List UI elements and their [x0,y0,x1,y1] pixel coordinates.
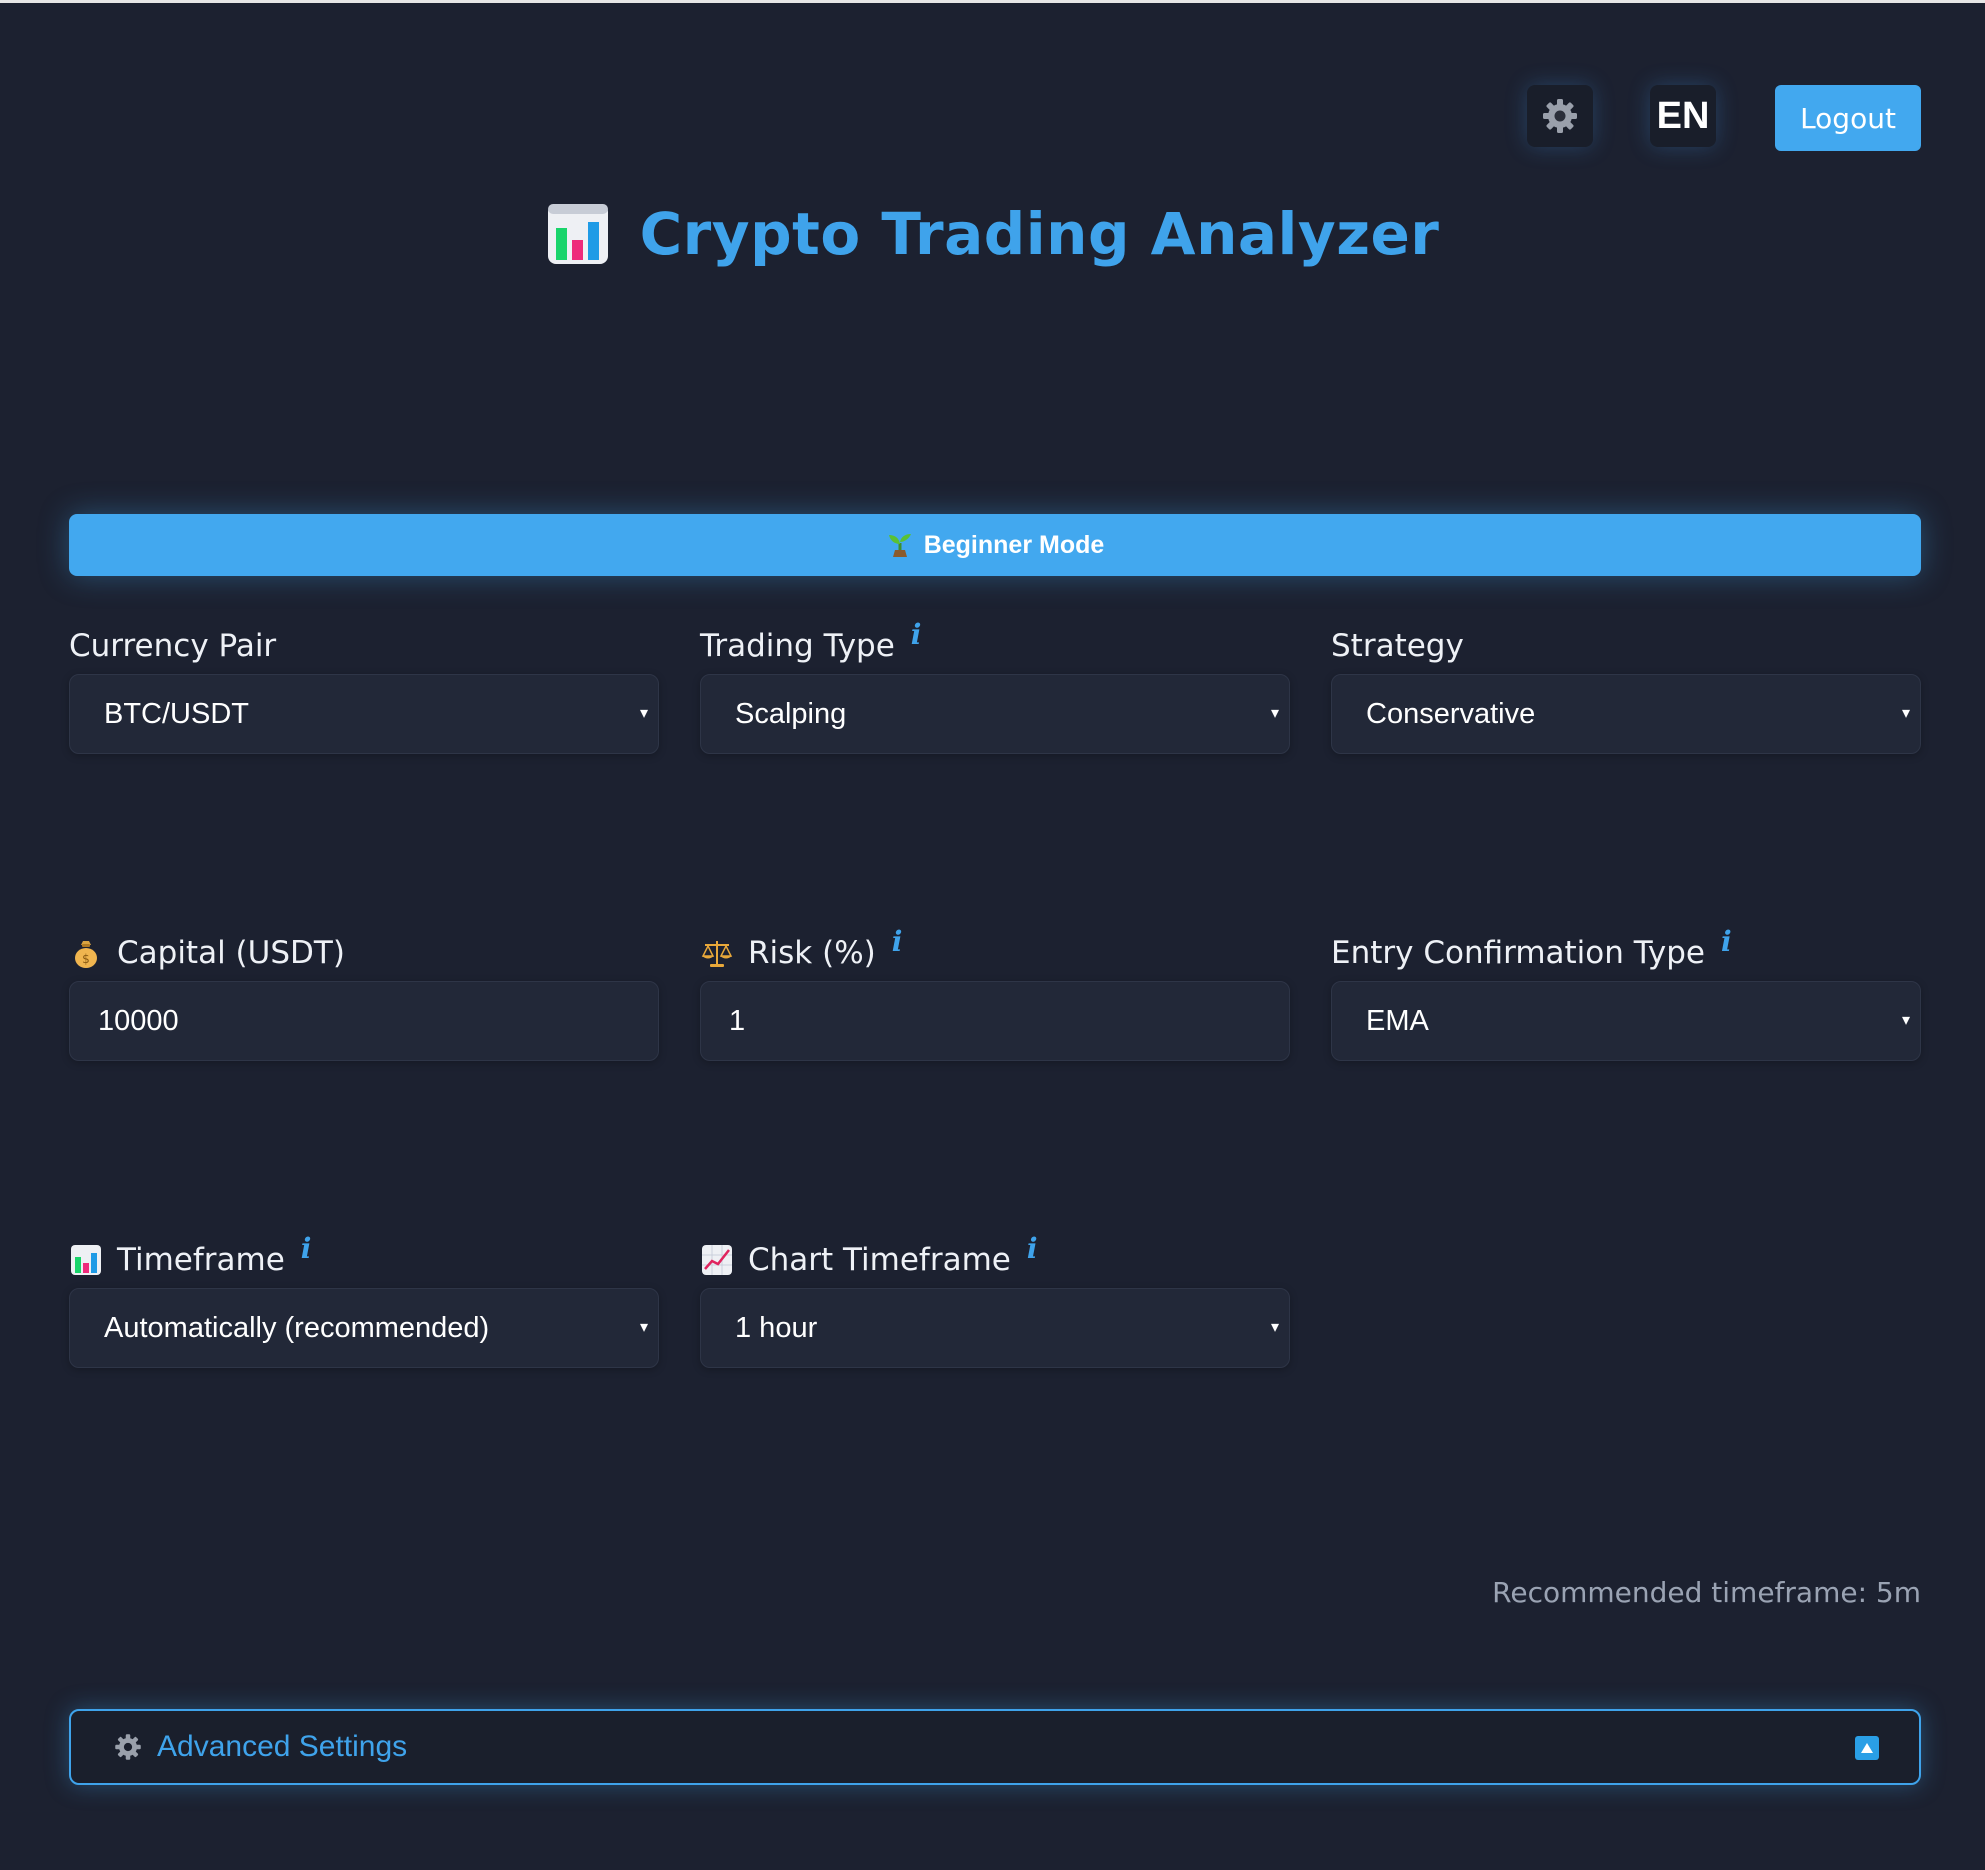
timeframe-select[interactable]: Automatically (recommended) ▾ [69,1288,659,1368]
page-header: Crypto Trading Analyzer [0,200,1985,268]
entry-confirmation-label: Entry Confirmation Type [1331,935,1705,971]
gear-icon [1543,99,1577,133]
trading-type-label: Trading Type [700,628,895,664]
advanced-settings-toggle[interactable]: Advanced Settings [69,1709,1921,1785]
currency-pair-select[interactable]: BTC/USDT ▾ [69,674,659,754]
strategy-value: Conservative [1366,697,1536,730]
beginner-mode-button[interactable]: Beginner Mode [69,514,1921,576]
money-bag-icon: $ [75,941,97,968]
info-icon[interactable]: i [911,618,922,651]
chart-timeframe-select[interactable]: 1 hour ▾ [700,1288,1290,1368]
timeframe-label: Timeframe [117,1242,285,1278]
risk-label: Risk (%) [748,935,876,971]
chevron-down-icon: ▾ [639,1319,648,1336]
entry-confirmation-value: EMA [1366,1004,1429,1037]
svg-text:$: $ [82,952,90,966]
entry-confirmation-select[interactable]: EMA ▾ [1331,981,1921,1061]
chevron-down-icon: ▾ [639,705,648,722]
logout-button[interactable]: Logout [1775,85,1921,151]
page-title: Crypto Trading Analyzer [639,200,1440,268]
sprout-icon [888,534,911,557]
chart-timeframe-value: 1 hour [735,1311,818,1344]
language-button[interactable]: EN [1650,85,1716,147]
line-chart-icon [702,1245,732,1275]
trading-type-select[interactable]: Scalping ▾ [700,674,1290,754]
risk-value: 1 [729,1004,746,1037]
chevron-down-icon: ▾ [1901,1012,1910,1029]
chevron-down-icon: ▾ [1901,705,1910,722]
info-icon[interactable]: i [1027,1232,1038,1265]
bar-chart-icon [71,1245,101,1275]
recommended-timeframe-text: Recommended timeframe: 5m [1492,1576,1921,1609]
capital-input[interactable]: 10000 [69,981,659,1061]
collapse-up-icon[interactable] [1855,1736,1879,1760]
advanced-settings-label: Advanced Settings [157,1730,408,1763]
info-icon[interactable]: i [301,1232,312,1265]
timeframe-value: Automatically (recommended) [104,1311,490,1344]
currency-pair-value: BTC/USDT [104,697,249,730]
chart-timeframe-label: Chart Timeframe [748,1242,1011,1278]
currency-pair-label: Currency Pair [69,628,277,664]
bar-chart-icon [547,204,608,264]
trading-type-value: Scalping [735,697,847,730]
settings-button[interactable] [1527,85,1593,147]
risk-input[interactable]: 1 [700,981,1290,1061]
gear-icon [115,1734,141,1760]
chevron-down-icon: ▾ [1270,1319,1279,1336]
capital-value: 10000 [98,1004,179,1037]
balance-scale-icon [701,941,733,967]
capital-label: Capital (USDT) [117,935,345,971]
strategy-label: Strategy [1331,628,1464,664]
info-icon[interactable]: i [892,925,903,958]
info-icon[interactable]: i [1721,925,1732,958]
chevron-down-icon: ▾ [1270,705,1279,722]
beginner-mode-label: Beginner Mode [923,530,1105,559]
strategy-select[interactable]: Conservative ▾ [1331,674,1921,754]
top-border [0,0,1985,3]
